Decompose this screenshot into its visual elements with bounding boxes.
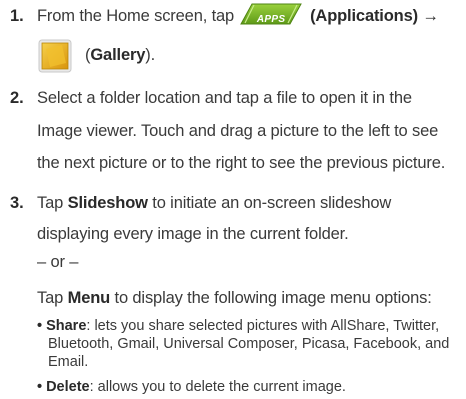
apps-button-icon: APPS bbox=[240, 3, 302, 25]
or-separator: – or – bbox=[37, 253, 79, 271]
list-item-continuation: Bluetooth, Gmail, Universal Composer, Pi… bbox=[48, 336, 450, 352]
step-3-text: Tap bbox=[37, 289, 64, 307]
gallery-icon bbox=[38, 39, 72, 73]
step-3-line-2: displaying every image in the current fo… bbox=[37, 225, 349, 243]
delete-description: : allows you to delete the current image… bbox=[89, 379, 346, 395]
share-term: Share bbox=[46, 318, 87, 334]
gallery-paren-close: ). bbox=[145, 46, 156, 64]
step-2-line: Select a folder location and tap a file … bbox=[37, 89, 412, 107]
arrow-icon: → bbox=[422, 7, 439, 25]
gallery-label: Gallery bbox=[90, 46, 146, 64]
applications-label: (Applications) bbox=[310, 7, 418, 25]
list-item: • Delete: allows you to delete the curren… bbox=[37, 379, 346, 396]
step-1-text: From the Home screen, tap bbox=[37, 7, 235, 25]
apps-label: APPS bbox=[256, 14, 286, 25]
slideshow-label: Slideshow bbox=[67, 194, 148, 212]
step-3-line-1: Tap Slideshow to initiate an on-screen s… bbox=[37, 190, 391, 217]
step-1-line-2: (Gallery). bbox=[85, 42, 155, 69]
step-2-line: the next picture or to the right to see … bbox=[37, 154, 446, 172]
step-3-text: to initiate an on-screen slideshow bbox=[152, 194, 392, 212]
bullet-icon: • bbox=[37, 318, 43, 334]
step-2-line: Image viewer. Touch and drag a picture t… bbox=[37, 122, 439, 140]
manual-page: 1. From the Home screen, tap APPS (Appli… bbox=[0, 0, 466, 399]
list-item: • Share: lets you share selected pictures… bbox=[37, 318, 439, 335]
menu-label: Menu bbox=[67, 289, 111, 307]
step-number: 2. bbox=[10, 89, 24, 107]
delete-term: Delete bbox=[46, 379, 90, 395]
step-1-line-1: From the Home screen, tap APPS (Applicat… bbox=[37, 3, 439, 30]
step-3-text: to display the following image menu opti… bbox=[114, 289, 432, 307]
step-3-menu-line: Tap Menu to display the following image … bbox=[37, 285, 432, 312]
step-3-text: Tap bbox=[37, 194, 64, 212]
share-description: : lets you share selected pictures with … bbox=[86, 318, 440, 334]
step-number: 1. bbox=[10, 7, 24, 25]
step-number: 3. bbox=[10, 194, 24, 212]
bullet-icon: • bbox=[37, 379, 43, 395]
list-item-continuation: Email. bbox=[48, 354, 89, 370]
